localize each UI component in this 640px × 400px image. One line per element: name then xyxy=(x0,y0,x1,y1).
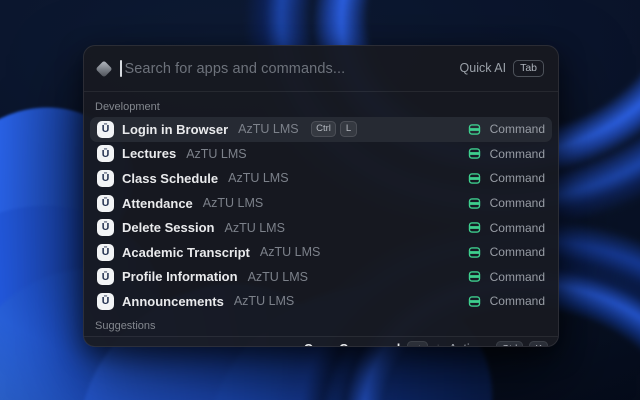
result-title: Announcements xyxy=(122,293,224,309)
text-cursor xyxy=(120,60,122,77)
result-type-label: Command xyxy=(489,220,545,235)
result-subtitle: AzTU LMS xyxy=(233,294,295,309)
result-row[interactable]: Ū Profile Information AzTU LMS Command xyxy=(90,265,552,290)
result-meta: Command xyxy=(468,245,545,259)
result-title: Attendance xyxy=(122,195,193,211)
command-terminal-icon xyxy=(468,197,480,209)
result-subtitle: AzTU LMS xyxy=(202,196,264,211)
result-title: Academic Transcript xyxy=(122,244,250,260)
result-row[interactable]: Ū Academic Transcript AzTU LMS Command xyxy=(90,240,552,265)
ctrl-key-badge: Ctrl xyxy=(495,340,524,346)
result-row[interactable]: Ū Class Schedule AzTU LMS Command xyxy=(90,166,552,191)
command-terminal-icon xyxy=(468,124,480,135)
result-meta: Command xyxy=(468,294,545,308)
result-title: Profile Information xyxy=(122,269,238,285)
result-row[interactable]: Ū Attendance AzTU LMS Command xyxy=(90,191,552,216)
result-meta: Command xyxy=(468,122,545,136)
result-subtitle: AzTU LMS xyxy=(259,245,321,260)
result-title: Login in Browser xyxy=(122,121,229,137)
enter-key-badge: ↵ xyxy=(407,340,428,346)
result-meta: Command xyxy=(468,270,545,284)
result-type-label: Command xyxy=(489,294,545,309)
command-terminal-icon xyxy=(468,148,480,160)
aztu-app-icon: Ū xyxy=(97,120,114,138)
quick-ai-button[interactable]: Quick AI Tab xyxy=(460,60,544,77)
result-title: Class Schedule xyxy=(122,170,219,186)
result-row[interactable]: Ū Login in Browser AzTU LMS Ctrl L Comman… xyxy=(90,117,552,142)
result-type-label: Command xyxy=(489,269,545,284)
result-subtitle: AzTU LMS xyxy=(247,269,308,284)
actions-button[interactable]: Actions Ctrl K xyxy=(449,340,548,346)
results-rows: Ū Login in Browser AzTU LMS Ctrl L Comman… xyxy=(90,117,552,314)
command-terminal-icon xyxy=(468,296,480,307)
aztu-app-icon: Ū xyxy=(97,145,114,163)
result-shortcut: Ctrl L xyxy=(310,121,357,138)
actions-label: Actions xyxy=(449,342,490,346)
command-terminal-icon xyxy=(468,247,480,258)
result-subtitle: AzTU LMS xyxy=(186,146,247,161)
result-subtitle: AzTU LMS xyxy=(228,171,289,186)
result-subtitle: AzTU LMS xyxy=(224,220,285,235)
result-row[interactable]: Ū Delete Session AzTU LMS Command xyxy=(90,215,552,240)
section-header-suggestions: Suggestions xyxy=(95,319,156,332)
result-type-label: Command xyxy=(489,171,545,186)
shortcut-key: Ctrl xyxy=(310,121,337,138)
result-title: Delete Session xyxy=(122,220,215,236)
result-type-label: Command xyxy=(489,196,545,211)
result-meta: Command xyxy=(468,196,545,210)
search-bar: Search for apps and commands... Quick AI… xyxy=(84,46,558,92)
results-list: Development Ū Login in Browser AzTU LMS … xyxy=(84,92,558,336)
aztu-app-icon: Ū xyxy=(97,268,114,286)
open-command-label: Open Command xyxy=(304,342,401,346)
result-row[interactable]: Ū Announcements AzTU LMS Command xyxy=(90,289,552,314)
aztu-app-icon: Ū xyxy=(97,292,114,310)
shortcut-key: L xyxy=(340,121,357,138)
launcher-diamond-icon xyxy=(95,60,113,77)
result-meta: Command xyxy=(468,171,545,185)
tab-key-badge: Tab xyxy=(513,60,544,77)
result-meta: Command xyxy=(468,147,545,161)
result-type-label: Command xyxy=(489,245,545,260)
footer-bar: Open Command ↵ | Actions Ctrl K xyxy=(84,335,558,346)
k-key-badge: K xyxy=(529,340,548,346)
aztu-app-icon: Ū xyxy=(97,194,114,212)
aztu-app-icon: Ū xyxy=(97,219,114,237)
quick-ai-label: Quick AI xyxy=(459,61,507,76)
search-placeholder: Search for apps and commands... xyxy=(124,60,346,77)
command-terminal-icon xyxy=(468,222,480,233)
footer-divider: | xyxy=(436,342,441,346)
result-type-label: Command xyxy=(489,122,545,137)
open-command-button[interactable]: Open Command ↵ xyxy=(304,340,428,346)
aztu-app-icon: Ū xyxy=(97,243,114,261)
desktop: Search for apps and commands... Quick AI… xyxy=(0,0,640,400)
launcher-menu-icon[interactable] xyxy=(94,345,107,346)
command-palette-window: Search for apps and commands... Quick AI… xyxy=(83,45,559,347)
result-type-label: Command xyxy=(489,146,545,161)
search-input[interactable]: Search for apps and commands... xyxy=(120,60,450,77)
result-title: Lectures xyxy=(122,146,177,162)
result-subtitle: AzTU LMS xyxy=(238,122,299,137)
command-terminal-icon xyxy=(468,173,480,184)
aztu-app-icon: Ū xyxy=(97,169,114,187)
section-header-development: Development xyxy=(95,101,160,113)
footer-actions: Open Command ↵ | Actions Ctrl K xyxy=(304,340,548,346)
result-meta: Command xyxy=(468,221,545,235)
result-row[interactable]: Ū Lectures AzTU LMS Command xyxy=(90,142,552,167)
command-terminal-icon xyxy=(468,271,480,283)
